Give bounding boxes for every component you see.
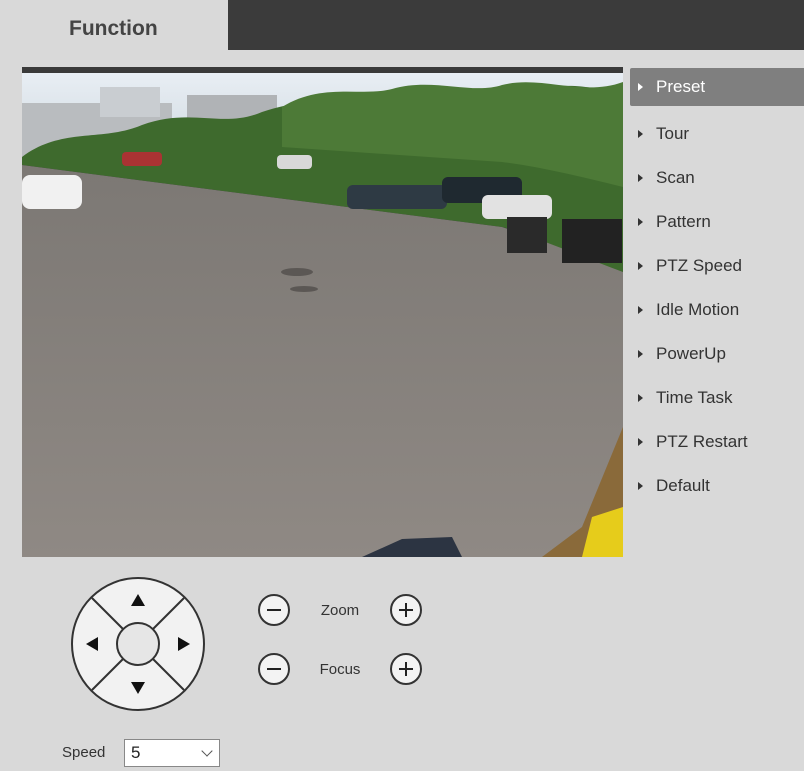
menu-item-label: PTZ Restart [656,432,748,451]
menu-item-ptz-restart[interactable]: PTZ Restart [630,420,804,464]
speed-label: Speed [62,744,106,761]
video-top-border [22,67,623,73]
caret-right-icon [638,350,643,358]
caret-right-icon [638,438,643,446]
live-video-feed[interactable] [22,67,623,557]
caret-right-icon [638,482,643,490]
caret-right-icon [638,262,643,270]
speed-select-value: 5 [131,743,141,762]
bin-2 [562,219,622,263]
focus-out-button[interactable] [258,653,290,685]
minus-icon [267,668,281,670]
menu-item-label: Time Task [656,388,733,407]
focus-controls: Focus [258,651,422,687]
caret-right-icon [638,394,643,402]
caret-right-icon [638,218,643,226]
menu-item-scan[interactable]: Scan [630,156,804,200]
menu-item-time-task[interactable]: Time Task [630,376,804,420]
menu-item-label: Default [656,476,710,495]
parked-car [277,155,312,169]
caret-right-icon [638,83,643,91]
zoom-label: Zoom [320,601,360,619]
plus-icon-vertical [405,662,407,676]
video-scene [22,67,623,557]
chevron-down-icon [201,745,213,757]
caret-right-icon [638,306,643,314]
drain [290,286,318,292]
header-strip [228,0,804,50]
bin-1 [507,217,547,253]
building-top [100,87,160,117]
menu-item-idle-motion[interactable]: Idle Motion [630,288,804,332]
caret-right-icon [638,130,643,138]
menu-item-ptz-speed[interactable]: PTZ Speed [630,244,804,288]
menu-item-preset[interactable]: Preset [630,68,804,106]
menu-item-label: Tour [656,124,690,143]
menu-item-label: PTZ Speed [656,256,742,275]
zoom-controls: Zoom [258,592,422,628]
tab-function[interactable]: Function [0,0,226,50]
zoom-in-button[interactable] [390,594,422,626]
menu-item-default[interactable]: Default [630,464,804,508]
top-bar: Function [0,0,804,50]
menu-item-pattern[interactable]: Pattern [630,200,804,244]
ptz-direction-pad [62,576,214,712]
menu-item-label: PowerUp [656,344,726,363]
focus-in-button[interactable] [390,653,422,685]
menu-item-label: Idle Motion [656,300,740,319]
focus-label: Focus [319,660,361,678]
dark-car [347,185,447,209]
menu-item-powerup[interactable]: PowerUp [630,332,804,376]
menu-item-label: Pattern [656,212,711,231]
white-car [22,175,82,209]
caret-right-icon [638,174,643,182]
plus-icon-vertical [405,603,407,617]
silver-car [482,195,552,219]
menu-item-label: Scan [656,168,695,187]
speed-select[interactable]: 5 [124,739,220,767]
dpad-center-button[interactable] [116,622,160,666]
menu-item-tour[interactable]: Tour [630,112,804,156]
function-menu: Preset Tour Scan Pattern PTZ Speed Idle … [630,68,804,508]
zoom-out-button[interactable] [258,594,290,626]
tab-function-label: Function [69,17,158,40]
menu-item-label: Preset [656,77,706,96]
manhole [281,268,313,276]
minus-icon [267,609,281,611]
red-car [122,152,162,166]
